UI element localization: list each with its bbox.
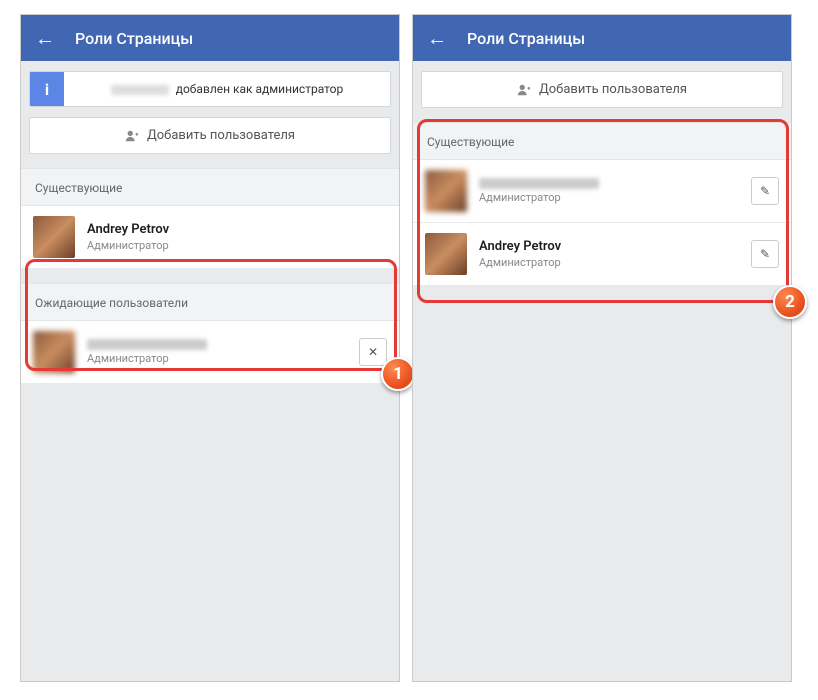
user-role: Администратор [479,256,739,269]
app-header: ← Роли Страницы [413,15,791,61]
pencil-icon: ✎ [760,247,770,261]
back-arrow-icon[interactable]: ← [35,28,55,48]
close-icon: ✕ [368,345,378,359]
page-title: Роли Страницы [75,29,193,48]
screenshot-pair: ← Роли Страницы i добавлен как администр… [0,0,818,696]
user-info: Andrey Petrov Администратор [479,239,739,269]
badge-number: 2 [785,292,795,312]
user-name: Andrey Petrov [87,222,387,237]
user-name: Andrey Petrov [479,239,739,254]
back-arrow-icon[interactable]: ← [427,28,447,48]
badge-number: 1 [393,364,403,384]
add-user-label: Добавить пользователя [147,128,295,143]
user-row[interactable]: Andrey Petrov Администратор ✎ [413,223,791,286]
avatar [425,170,467,212]
edit-user-button[interactable]: ✎ [751,177,779,205]
user-info: Andrey Petrov Администратор [87,222,387,252]
section-existing-header: Существующие [21,168,399,206]
add-user-button[interactable]: Добавить пользователя [421,71,783,108]
phone-screen-left: ← Роли Страницы i добавлен как администр… [20,14,400,682]
add-user-label: Добавить пользователя [539,82,687,97]
pencil-icon: ✎ [760,184,770,198]
info-banner-text: добавлен как администратор [64,72,390,106]
user-name-redacted [479,178,599,189]
user-info: Администратор [87,339,347,365]
user-row[interactable]: Администратор ✎ [413,160,791,223]
page-title: Роли Страницы [467,29,585,48]
user-role: Администратор [87,352,347,365]
add-user-icon [125,129,139,143]
add-user-button[interactable]: Добавить пользователя [29,117,391,154]
info-banner-label: добавлен как администратор [176,82,344,96]
user-name-redacted [87,339,207,350]
redacted-name [111,85,169,95]
user-role: Администратор [479,191,739,204]
section-pending-header: Ожидающие пользователи [21,283,399,321]
edit-user-button[interactable]: ✎ [751,240,779,268]
tutorial-step-badge: 1 [381,357,415,391]
avatar [33,331,75,373]
app-header: ← Роли Страницы [21,15,399,61]
user-row[interactable]: Andrey Petrov Администратор [21,206,399,269]
phone-screen-right: ← Роли Страницы Добавить пользователя Су… [412,14,792,682]
info-icon: i [30,72,64,106]
user-row[interactable]: Администратор ✕ [21,321,399,384]
tutorial-step-badge: 2 [773,285,807,319]
info-banner: i добавлен как администратор [29,71,391,107]
avatar [425,233,467,275]
user-info: Администратор [479,178,739,204]
avatar [33,216,75,258]
add-user-icon [517,83,531,97]
remove-user-button[interactable]: ✕ [359,338,387,366]
section-existing-header: Существующие [413,122,791,160]
user-role: Администратор [87,239,387,252]
